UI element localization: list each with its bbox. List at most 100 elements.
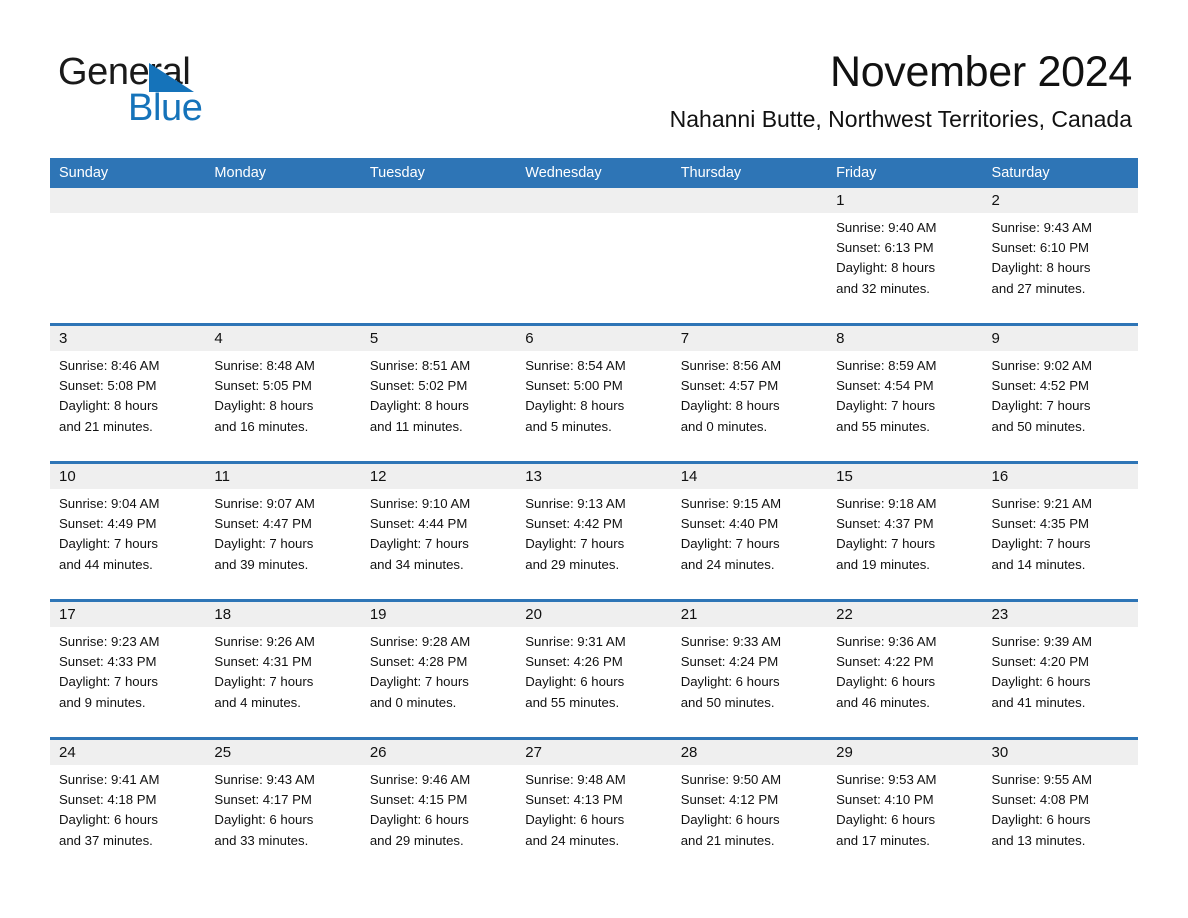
day-number[interactable]: 28	[672, 740, 827, 765]
day-detail-line: Sunset: 4:12 PM	[680, 792, 779, 808]
day-cell[interactable]: Sunrise: 9:18 AM Sunset: 4:37 PM Daylight:…	[827, 489, 982, 599]
day-detail-line: Sunrise: 9:43 AM	[214, 772, 315, 787]
day-cell[interactable]: Sunrise: 9:46 AM Sunset: 4:15 PM Daylight:…	[361, 765, 516, 869]
day-cell[interactable]: Sunrise: 9:23 AM Sunset: 4:33 PM Daylight:…	[50, 627, 205, 737]
day-number[interactable]: 4	[205, 326, 360, 351]
day-detail-line: and 9 minutes.	[59, 694, 146, 710]
day-cell[interactable]: Sunrise: 8:48 AM Sunset: 5:05 PM Daylight:…	[205, 351, 360, 461]
day-number[interactable]: 7	[672, 326, 827, 351]
day-cell[interactable]: Sunrise: 9:43 AM Sunset: 6:10 PM Daylight:…	[983, 213, 1138, 323]
day-cell[interactable]: Sunrise: 9:43 AM Sunset: 4:17 PM Daylight:…	[205, 765, 360, 869]
day-detail-line: and 29 minutes.	[525, 556, 620, 572]
day-number[interactable]: 22	[827, 602, 982, 627]
weekday-header-friday: Friday	[836, 165, 877, 181]
day-cell[interactable]: Sunrise: 9:13 AM Sunset: 4:42 PM Daylight:…	[516, 489, 671, 599]
day-number[interactable]: 29	[827, 740, 982, 765]
day-detail-line: Daylight: 6 hours	[214, 812, 314, 828]
day-cell[interactable]: Sunrise: 8:59 AM Sunset: 4:54 PM Daylight:…	[827, 351, 982, 461]
day-cell[interactable]: Sunrise: 9:36 AM Sunset: 4:22 PM Daylight:…	[827, 627, 982, 737]
day-cell[interactable]: Sunrise: 9:21 AM Sunset: 4:35 PM Daylight:…	[983, 489, 1138, 599]
day-detail-line: Sunrise: 9:18 AM	[836, 496, 937, 511]
day-cell[interactable]: Sunrise: 9:55 AM Sunset: 4:08 PM Daylight:…	[983, 765, 1138, 869]
day-number[interactable]: 8	[827, 326, 982, 351]
day-detail-line: and 46 minutes.	[836, 694, 930, 710]
day-detail-line: and 29 minutes.	[369, 832, 464, 848]
date-number-band: 10 11 12 13 14 15 16	[50, 464, 1138, 489]
day-cell[interactable]: Sunrise: 9:28 AM Sunset: 4:28 PM Daylight:…	[361, 627, 516, 737]
day-detail-line: Sunrise: 9:23 AM	[59, 634, 160, 649]
day-cell[interactable]: Sunrise: 9:50 AM Sunset: 4:12 PM Daylight:…	[672, 765, 827, 869]
day-cell[interactable]: Sunrise: 8:54 AM Sunset: 5:00 PM Daylight:…	[516, 351, 671, 461]
day-cell[interactable]: Sunrise: 8:46 AM Sunset: 5:08 PM Daylight:…	[50, 351, 205, 461]
day-number-empty	[672, 188, 827, 213]
day-detail-line: and 19 minutes.	[836, 556, 930, 572]
day-cell[interactable]: Sunrise: 9:41 AM Sunset: 4:18 PM Daylight:…	[50, 765, 205, 869]
page-title: November 2024	[829, 48, 1132, 96]
day-detail-line: Sunrise: 9:55 AM	[991, 772, 1092, 787]
day-cell[interactable]: Sunrise: 9:33 AM Sunset: 4:24 PM Daylight:…	[672, 627, 827, 737]
day-detail-line: Sunset: 5:00 PM	[525, 378, 623, 394]
day-number[interactable]: 21	[672, 602, 827, 627]
day-number[interactable]: 10	[50, 464, 205, 489]
day-cell[interactable]: Sunrise: 9:40 AM Sunset: 6:13 PM Daylight:…	[827, 213, 982, 323]
day-number[interactable]: 2	[983, 188, 1138, 213]
day-detail-line: Sunset: 4:15 PM	[369, 792, 468, 808]
day-cell[interactable]: Sunrise: 9:15 AM Sunset: 4:40 PM Daylight:…	[672, 489, 827, 599]
day-detail-line: and 21 minutes.	[680, 832, 775, 848]
day-number[interactable]: 3	[50, 326, 205, 351]
day-detail-line: Sunset: 4:54 PM	[836, 378, 934, 394]
day-detail-line: Sunset: 4:40 PM	[680, 516, 779, 532]
day-cell[interactable]: Sunrise: 9:02 AM Sunset: 4:52 PM Daylight:…	[983, 351, 1138, 461]
weekday-header-wednesday: Wednesday	[525, 165, 602, 181]
day-number[interactable]: 30	[983, 740, 1138, 765]
day-cell[interactable]: Sunrise: 9:48 AM Sunset: 4:13 PM Daylight:…	[516, 765, 671, 869]
day-detail-line: Sunset: 6:10 PM	[991, 240, 1090, 256]
day-cell[interactable]: Sunrise: 9:10 AM Sunset: 4:44 PM Daylight:…	[361, 489, 516, 599]
day-detail-line: Sunset: 4:35 PM	[991, 516, 1090, 532]
day-cell[interactable]: Sunrise: 9:04 AM Sunset: 4:49 PM Daylight:…	[50, 489, 205, 599]
day-number[interactable]: 6	[516, 326, 671, 351]
day-detail-line: Daylight: 8 hours	[59, 398, 158, 414]
day-detail-line: Daylight: 8 hours	[214, 398, 314, 414]
day-number[interactable]: 18	[205, 602, 360, 627]
day-detail-line: and 0 minutes.	[369, 694, 457, 710]
brand-logo[interactable]: General Blue	[58, 52, 358, 132]
day-detail-line: Sunset: 4:18 PM	[59, 792, 157, 808]
day-number[interactable]: 23	[983, 602, 1138, 627]
day-number[interactable]: 9	[983, 326, 1138, 351]
day-number[interactable]: 20	[516, 602, 671, 627]
day-number[interactable]: 1	[827, 188, 982, 213]
day-cell[interactable]: Sunrise: 9:53 AM Sunset: 4:10 PM Daylight:…	[827, 765, 982, 869]
day-number[interactable]: 12	[361, 464, 516, 489]
day-number[interactable]: 13	[516, 464, 671, 489]
day-number[interactable]: 25	[205, 740, 360, 765]
day-number[interactable]: 5	[361, 326, 516, 351]
day-number[interactable]: 27	[516, 740, 671, 765]
day-detail-line: Daylight: 7 hours	[214, 674, 314, 690]
day-number[interactable]: 24	[50, 740, 205, 765]
day-number[interactable]: 26	[361, 740, 516, 765]
day-number[interactable]: 16	[983, 464, 1138, 489]
day-number[interactable]: 11	[205, 464, 360, 489]
day-number[interactable]: 14	[672, 464, 827, 489]
day-detail-line: Daylight: 6 hours	[680, 674, 780, 690]
day-cell[interactable]: Sunrise: 8:56 AM Sunset: 4:57 PM Daylight:…	[672, 351, 827, 461]
day-cell[interactable]: Sunrise: 9:07 AM Sunset: 4:47 PM Daylight:…	[205, 489, 360, 599]
day-cell[interactable]: Sunrise: 9:39 AM Sunset: 4:20 PM Daylight:…	[983, 627, 1138, 737]
day-detail-line: Sunset: 4:22 PM	[836, 654, 934, 670]
day-detail-line: and 32 minutes.	[836, 280, 930, 296]
day-cell[interactable]: Sunrise: 8:51 AM Sunset: 5:02 PM Daylight:…	[361, 351, 516, 461]
day-number[interactable]: 17	[50, 602, 205, 627]
day-detail-line: Sunrise: 9:04 AM	[59, 496, 160, 511]
day-detail-line: Sunrise: 9:48 AM	[525, 772, 626, 787]
day-cell[interactable]: Sunrise: 9:26 AM Sunset: 4:31 PM Daylight:…	[205, 627, 360, 737]
day-cell-empty	[205, 213, 360, 323]
day-detail-line: Daylight: 8 hours	[680, 398, 780, 414]
day-cell[interactable]: Sunrise: 9:31 AM Sunset: 4:26 PM Daylight:…	[516, 627, 671, 737]
weekday-header-sunday: Sunday	[59, 165, 109, 181]
day-detail-band: Sunrise: 8:46 AM Sunset: 5:08 PM Daylight:…	[50, 351, 1138, 461]
day-detail-line: Sunrise: 9:43 AM	[991, 220, 1092, 235]
day-detail-line: Sunset: 4:52 PM	[991, 378, 1090, 394]
day-number[interactable]: 19	[361, 602, 516, 627]
day-number[interactable]: 15	[827, 464, 982, 489]
